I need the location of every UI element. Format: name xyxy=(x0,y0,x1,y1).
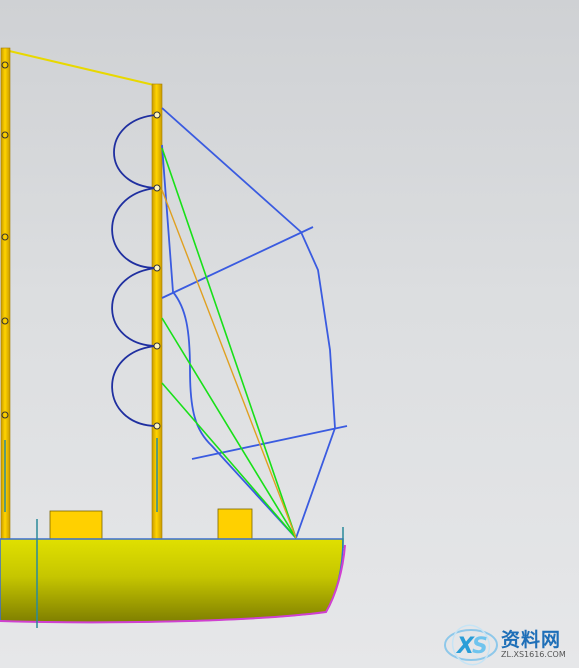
sail-loops xyxy=(111,114,157,427)
sail-outline xyxy=(161,107,348,539)
rigging-green xyxy=(161,147,297,539)
deck-box-left xyxy=(49,510,103,540)
watermark: X S 资料网 ZL.XS1616.COM xyxy=(443,622,579,668)
top-rope xyxy=(4,49,159,87)
watermark-url: ZL.XS1616.COM xyxy=(501,650,566,659)
watermark-title: 资料网 xyxy=(501,629,562,651)
svg-text:S: S xyxy=(472,634,488,659)
xs-logo-icon: X S xyxy=(444,624,498,666)
hull xyxy=(0,538,344,624)
deck-box-right xyxy=(217,508,253,540)
cad-viewport xyxy=(0,47,348,628)
rigging-orange xyxy=(161,189,297,539)
